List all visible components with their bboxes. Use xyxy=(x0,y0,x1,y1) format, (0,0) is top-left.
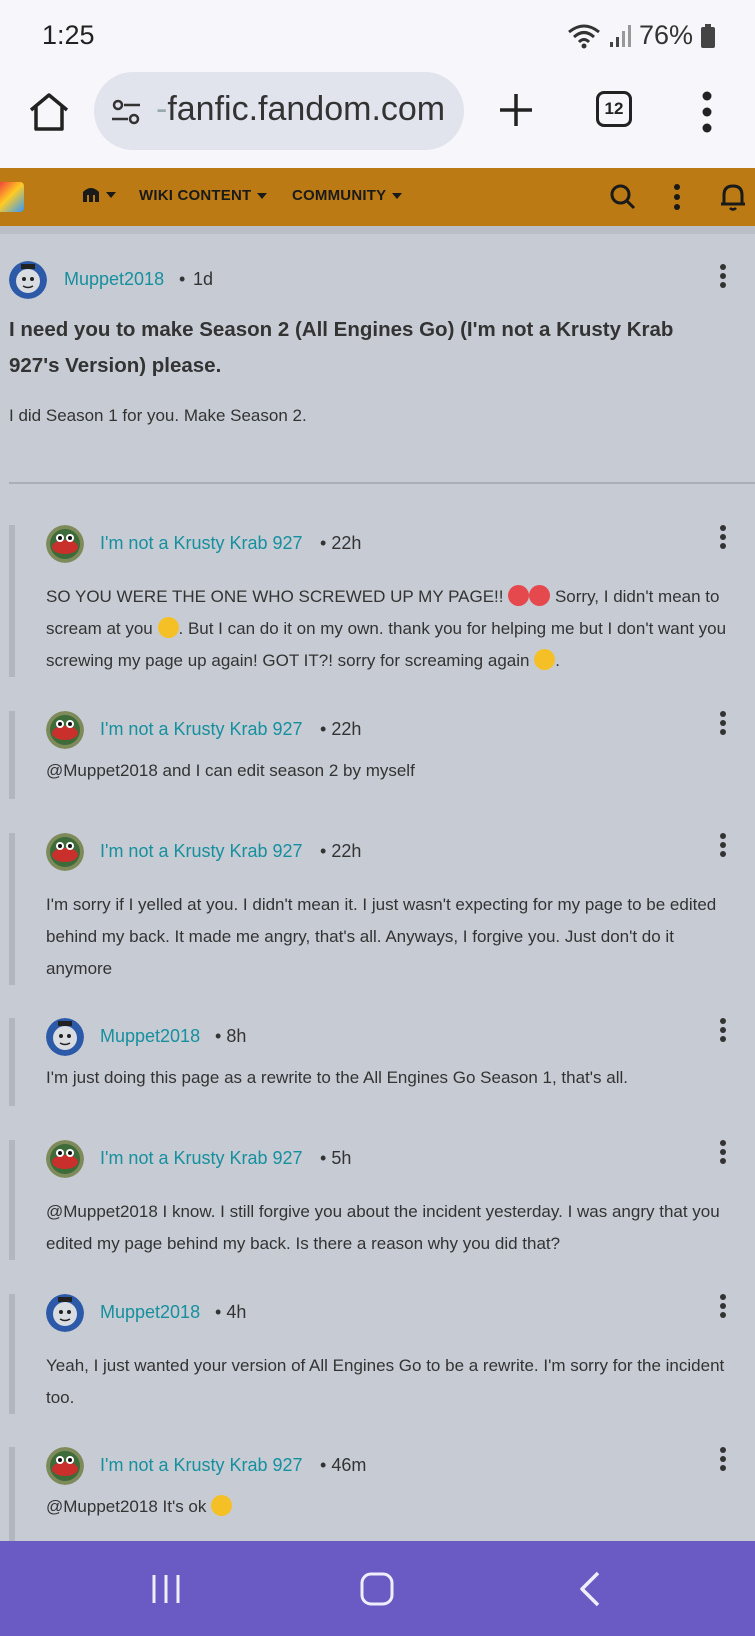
relieved-emoji-icon xyxy=(211,1495,233,1516)
angry-emoji-icon xyxy=(508,585,530,606)
reply-timestamp: • 5h xyxy=(320,1148,352,1168)
reply-timestamp: • 8h xyxy=(215,1026,247,1046)
reply-text: I'm sorry if I yelled at you. I didn't m… xyxy=(46,895,717,978)
reply-thread-line xyxy=(9,833,15,985)
new-tab-icon[interactable] xyxy=(494,88,538,132)
post-timestamp: 1d xyxy=(193,269,214,289)
thomas-avatar-icon xyxy=(9,261,47,299)
nav-wiki-content-label: WIKI CONTENT xyxy=(139,187,252,204)
avatar[interactable] xyxy=(46,525,84,563)
avatar[interactable] xyxy=(46,1018,84,1056)
thomas-avatar-icon xyxy=(46,1018,84,1056)
post-author[interactable]: Muppet2018 xyxy=(64,269,164,290)
reply-text: I'm just doing this page as a rewrite to… xyxy=(46,1068,628,1087)
reply-author[interactable]: I'm not a Krusty Krab 927 xyxy=(100,1455,303,1476)
chevron-down-icon xyxy=(392,192,403,199)
divider xyxy=(9,482,755,484)
avatar[interactable] xyxy=(46,1294,84,1332)
angry-emoji-icon xyxy=(529,585,551,606)
more-options-icon[interactable] xyxy=(700,90,714,134)
reply-options-icon[interactable] xyxy=(719,833,727,857)
fandom-menu[interactable] xyxy=(82,187,116,203)
disappointed-emoji-icon xyxy=(534,649,556,670)
reply-timestamp: • 4h xyxy=(215,1302,247,1322)
reply-thread-line xyxy=(9,1294,15,1414)
browser-toolbar: -fanfic.fandom.com 12 xyxy=(0,70,755,168)
post-options-icon[interactable] xyxy=(719,264,727,288)
post-body: I did Season 1 for you. Make Season 2. xyxy=(9,406,307,425)
thomas-avatar-icon xyxy=(46,1294,84,1332)
notifications-bell-icon[interactable] xyxy=(718,182,748,212)
nav-community[interactable]: COMMUNITY xyxy=(292,187,403,204)
avatar[interactable] xyxy=(46,833,84,871)
signal-icon xyxy=(609,24,631,47)
krab-avatar-icon xyxy=(46,525,84,563)
reply-thread-line xyxy=(9,1140,15,1260)
fandom-icon xyxy=(83,188,99,202)
avatar[interactable] xyxy=(46,1140,84,1178)
system-navigation-bar xyxy=(0,1541,755,1636)
reply-text: @Muppet2018 I know. I still forgive you … xyxy=(46,1202,720,1253)
post-title: I need you to make Season 2 (All Engines… xyxy=(9,318,674,377)
chevron-down-icon xyxy=(257,192,268,199)
reply-text: SO YOU WERE THE ONE WHO SCREWED UP MY PA… xyxy=(46,585,727,670)
address-bar[interactable]: -fanfic.fandom.com xyxy=(94,72,464,150)
back-icon[interactable] xyxy=(578,1571,602,1607)
reply-author[interactable]: Muppet2018 xyxy=(100,1026,200,1047)
reply-author[interactable]: I'm not a Krusty Krab 927 xyxy=(100,841,303,862)
reply-options-icon[interactable] xyxy=(719,525,727,549)
post-separator: • xyxy=(179,269,186,289)
reply-options-icon[interactable] xyxy=(719,711,727,735)
avatar[interactable] xyxy=(46,1447,84,1485)
site-settings-icon[interactable] xyxy=(110,96,142,128)
wiki-navigation: WIKI CONTENT COMMUNITY xyxy=(0,168,755,226)
krab-avatar-icon xyxy=(46,1140,84,1178)
krab-avatar-icon xyxy=(46,1447,84,1485)
nav-shadow xyxy=(0,226,755,234)
reply-thread-line xyxy=(9,525,15,677)
url-text: -fanfic.fandom.com xyxy=(156,90,446,128)
wiki-logo[interactable] xyxy=(0,182,24,212)
krab-avatar-icon xyxy=(46,833,84,871)
reply-author[interactable]: I'm not a Krusty Krab 927 xyxy=(100,533,303,554)
reply-author[interactable]: Muppet2018 xyxy=(100,1302,200,1323)
status-time: 1:25 xyxy=(42,20,95,50)
reply-thread-line xyxy=(9,1447,15,1541)
recent-apps-icon[interactable] xyxy=(150,1573,182,1605)
chevron-down-icon xyxy=(106,192,116,198)
reply-timestamp: • 22h xyxy=(320,719,362,739)
wifi-icon xyxy=(568,24,600,48)
home-icon[interactable] xyxy=(27,90,71,134)
reply-author[interactable]: I'm not a Krusty Krab 927 xyxy=(100,719,303,740)
battery-percent: 76% xyxy=(638,20,693,50)
nav-community-label: COMMUNITY xyxy=(292,187,387,204)
reply-timestamp: • 22h xyxy=(320,841,362,861)
reply-options-icon[interactable] xyxy=(719,1140,727,1164)
reply-author[interactable]: I'm not a Krusty Krab 927 xyxy=(100,1148,303,1169)
home-nav-icon[interactable] xyxy=(360,1572,394,1606)
avatar[interactable] xyxy=(9,261,47,299)
nav-wiki-content[interactable]: WIKI CONTENT xyxy=(139,187,268,204)
status-bar: 1:25 76% xyxy=(0,0,755,70)
disappointed-emoji-icon xyxy=(157,617,179,638)
reply-text: @Muppet2018 It's ok xyxy=(46,1491,736,1523)
reply-text: @Muppet2018 and I can edit season 2 by m… xyxy=(46,761,415,780)
krab-avatar-icon xyxy=(46,711,84,749)
reply-options-icon[interactable] xyxy=(719,1447,727,1471)
more-icon[interactable] xyxy=(665,182,695,212)
reply-options-icon[interactable] xyxy=(719,1018,727,1042)
reply-thread-line xyxy=(9,711,15,799)
reply-timestamp: • 46m xyxy=(320,1455,367,1475)
tab-switcher-button[interactable]: 12 xyxy=(596,91,632,127)
avatar[interactable] xyxy=(46,711,84,749)
reply-text: Yeah, I just wanted your version of All … xyxy=(46,1356,725,1407)
battery-icon xyxy=(701,23,715,48)
reply-thread-line xyxy=(9,1018,15,1106)
reply-timestamp: • 22h xyxy=(320,533,362,553)
reply-options-icon[interactable] xyxy=(719,1294,727,1318)
search-icon[interactable] xyxy=(608,182,638,212)
